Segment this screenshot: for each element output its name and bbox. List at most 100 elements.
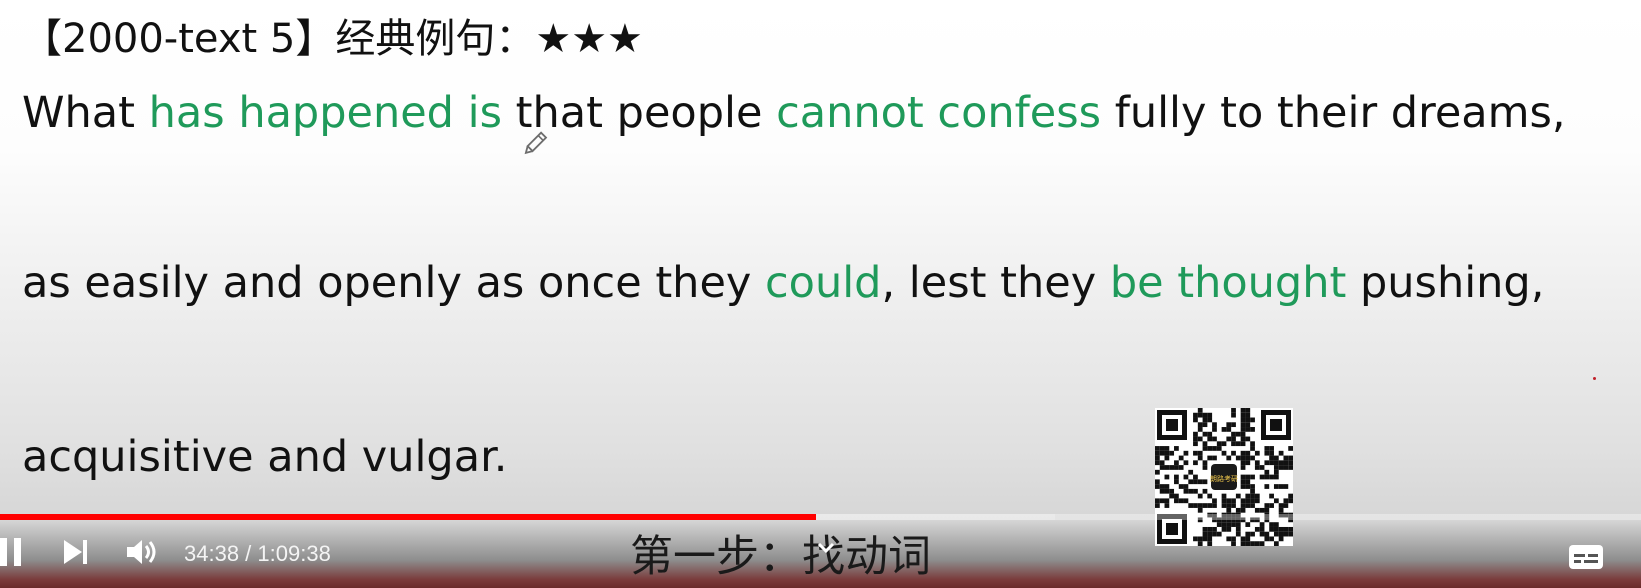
qr-module [1245,503,1251,508]
qr-module [1231,441,1236,447]
qr-module [1197,408,1203,413]
qr-module [1254,498,1260,504]
qr-module [1197,450,1203,456]
qr-module [1212,446,1217,451]
qr-module [1226,498,1232,504]
qr-module [1250,488,1255,494]
slide-title: 【2000-text 5】经典例句：★★★ [22,16,643,62]
qr-module [1197,479,1203,485]
qr-module [1207,431,1213,437]
qr-module [1269,503,1274,508]
qr-module [1155,446,1160,451]
current-time: 34:38 [184,541,240,566]
qr-module [1273,465,1279,470]
qr-module [1164,474,1170,480]
qr-module [1193,479,1198,485]
next-icon[interactable] [62,536,90,568]
qr-module [1273,484,1279,489]
qr-module [1207,417,1213,423]
qr-module [1283,484,1289,489]
qr-module [1254,460,1260,466]
qr-module [1197,493,1203,499]
qr-module [1174,474,1179,480]
qr-module [1245,498,1251,504]
annotation-dot [1593,377,1596,380]
qr-module [1278,484,1284,489]
qr-module [1245,474,1251,480]
qr-module [1288,498,1293,504]
qr-module [1212,455,1217,461]
qr-module [1254,450,1260,456]
qr-module [1245,455,1251,461]
highlighted-phrase: has happened is [148,88,502,138]
qr-module [1288,460,1293,466]
qr-module [1207,493,1213,499]
volume-icon[interactable] [125,536,159,568]
qr-module [1169,493,1175,499]
qr-module [1202,417,1208,423]
qr-module [1193,431,1198,437]
qr-module [1159,450,1165,456]
qr-module [1245,422,1251,428]
qr-module [1174,465,1179,470]
sentence-text: , lest they [881,258,1110,308]
qr-module [1250,474,1255,480]
qr-module [1283,503,1289,508]
qr-module [1269,446,1274,451]
qr-logo-text: 朗路考研 [1210,474,1238,483]
progress-bar[interactable] [0,514,1641,520]
qr-module [1193,474,1198,480]
qr-module [1231,408,1236,413]
qr-module [1273,455,1279,461]
qr-module [1226,436,1232,442]
qr-module [1202,488,1208,494]
qr-module [1164,450,1170,456]
qr-module [1245,479,1251,485]
qr-module [1278,450,1284,456]
qr-module [1221,427,1227,432]
qr-module [1193,488,1198,494]
sentence-text: pushing, [1346,258,1545,308]
qr-module [1221,450,1227,456]
qr-module [1169,465,1175,470]
qr-module [1269,450,1274,456]
qr-module [1231,498,1236,504]
chevron-down-icon[interactable] [816,541,836,555]
qr-module [1250,503,1255,508]
qr-module [1235,493,1241,499]
pause-icon[interactable] [0,536,22,568]
qr-module [1202,503,1208,508]
qr-module [1245,484,1251,489]
qr-module [1269,460,1274,466]
qr-module [1240,431,1246,437]
qr-module [1283,455,1289,461]
qr-module [1188,469,1194,475]
qr-module [1278,507,1284,513]
qr-module [1159,465,1165,470]
qr-module [1221,498,1227,504]
sentence-text: acquisitive and vulgar. [22,432,508,482]
qr-module [1245,408,1251,413]
qr-module [1164,498,1170,504]
sentence-line-2: as easily and openly as once they could,… [22,258,1544,308]
qr-module [1212,498,1217,504]
qr-module [1278,503,1284,508]
qr-module [1202,441,1208,447]
qr-module [1240,436,1246,442]
qr-module [1226,427,1232,432]
qr-module [1155,498,1160,504]
qr-module [1197,412,1203,418]
qr-module [1202,446,1208,451]
qr-module [1174,446,1179,451]
qr-module [1221,493,1227,499]
captions-icon[interactable] [1568,543,1604,571]
video-frame[interactable]: 【2000-text 5】经典例句：★★★ What has happened … [0,0,1641,588]
qr-module [1164,503,1170,508]
qr-module [1231,422,1236,428]
qr-module [1288,446,1293,451]
qr-module [1178,484,1184,489]
qr-module [1193,503,1198,508]
time-display: 34:38 / 1:09:38 [184,541,331,567]
qr-module [1250,498,1255,504]
qr-module [1155,484,1160,489]
